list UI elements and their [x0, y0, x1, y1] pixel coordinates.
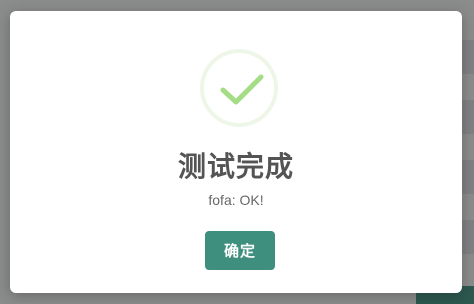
checkmark-icon	[220, 74, 264, 105]
confirm-button[interactable]: 确定	[205, 231, 275, 270]
dialog-message: fofa: OK!	[208, 192, 264, 208]
alert-dialog: 测试完成 fofa: OK! 确定	[10, 11, 462, 293]
success-check-icon	[200, 49, 278, 127]
dialog-title: 测试完成	[177, 150, 294, 183]
